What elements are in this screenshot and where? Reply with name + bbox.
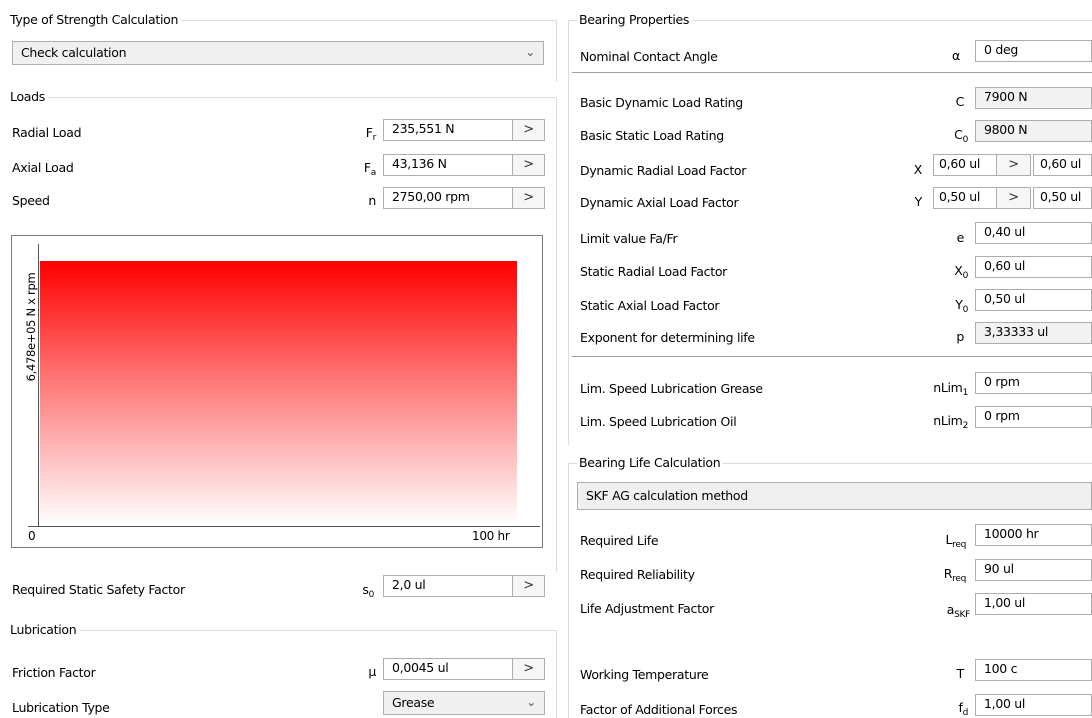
dynamic-radial-factor-label: Dynamic Radial Load Factor <box>580 163 747 178</box>
chart-x-axis <box>28 526 540 527</box>
load-spectrum-bar <box>40 261 517 525</box>
chart-y-label: 6,478e+05 N x rpm <box>24 272 38 382</box>
dynamic-radial-factor-field[interactable]: 0,60 ul <box>933 154 997 176</box>
dynamic-axial-factor-symbol: Y <box>914 194 923 209</box>
dynamic-rating-label: Basic Dynamic Load Rating <box>580 95 743 110</box>
required-reliability-label: Required Reliability <box>580 567 695 582</box>
grease-speed-symbol: nLim1 <box>933 380 968 398</box>
static-radial-factor-label: Static Radial Load Factor <box>580 264 728 279</box>
contact-angle-symbol: α <box>952 48 960 63</box>
life-method-value: SKF AG calculation method <box>586 488 748 503</box>
axial-load-field[interactable]: 43,136 N <box>383 154 513 176</box>
static-axial-factor-label: Static Axial Load Factor <box>580 298 720 313</box>
additional-forces-label: Factor of Additional Forces <box>580 702 738 717</box>
static-radial-factor-symbol: X0 <box>954 263 968 281</box>
axial-load-symbol: Fa <box>363 160 376 178</box>
dynamic-axial-factor-field[interactable]: 0,50 ul <box>933 187 997 209</box>
friction-factor-field[interactable]: 0,0045 ul <box>383 658 513 680</box>
required-reliability-symbol: Rreq <box>943 566 967 584</box>
static-rating-field[interactable]: 9800 N <box>975 120 1092 142</box>
radial-load-symbol: Fr <box>365 125 377 143</box>
loads-group-title: Loads <box>8 89 48 104</box>
life-exponent-symbol: p <box>956 329 964 344</box>
chart-x-end-label: 100 hr <box>472 529 510 543</box>
axial-load-arrow-button[interactable]: > <box>513 154 545 176</box>
static-safety-label: Required Static Safety Factor <box>12 582 185 597</box>
friction-factor-symbol: μ <box>368 664 376 679</box>
life-adjustment-symbol: aSKF <box>946 602 971 620</box>
life-adjustment-label: Life Adjustment Factor <box>580 601 714 616</box>
radial-load-label: Radial Load <box>12 125 82 140</box>
axial-load-label: Axial Load <box>12 160 74 175</box>
life-adjustment-field[interactable]: 1,00 ul <box>975 593 1092 615</box>
working-temperature-label: Working Temperature <box>580 667 709 682</box>
lubrication-type-value: Grease <box>392 695 435 710</box>
strength-type-value: Check calculation <box>21 45 127 60</box>
chevron-down-icon: ⌄ <box>526 695 536 709</box>
dynamic-radial-factor-field-2[interactable]: 0,60 ul <box>1033 154 1092 176</box>
contact-angle-label: Nominal Contact Angle <box>580 49 718 64</box>
required-life-field[interactable]: 10000 hr <box>975 524 1092 546</box>
life-group-title: Bearing Life Calculation <box>577 455 724 470</box>
load-spectrum-chart: 6,478e+05 N x rpm 0 100 hr <box>11 235 543 548</box>
dynamic-axial-factor-field-2[interactable]: 0,50 ul <box>1033 187 1092 209</box>
radial-load-arrow-button[interactable]: > <box>513 119 545 141</box>
required-life-symbol: Lreq <box>945 532 966 550</box>
life-exponent-field[interactable]: 3,33333 ul <box>975 322 1092 344</box>
chart-x-start-label: 0 <box>28 529 36 543</box>
static-safety-symbol: s0 <box>362 582 374 600</box>
strength-type-select[interactable]: Check calculation ⌄ <box>12 41 544 65</box>
additional-forces-field[interactable]: 1,00 ul <box>975 694 1092 716</box>
additional-forces-symbol: fd <box>958 700 968 718</box>
static-rating-symbol: C0 <box>954 127 968 145</box>
grease-speed-label: Lim. Speed Lubrication Grease <box>580 381 763 396</box>
dynamic-radial-factor-arrow-button[interactable]: > <box>997 154 1031 176</box>
dynamic-rating-field[interactable]: 7900 N <box>975 87 1092 109</box>
working-temperature-symbol: T <box>956 666 965 681</box>
required-reliability-field[interactable]: 90 ul <box>975 559 1092 581</box>
speed-field[interactable]: 2750,00 rpm <box>383 187 513 209</box>
radial-load-field[interactable]: 235,551 N <box>383 119 513 141</box>
grease-speed-field[interactable]: 0 rpm <box>975 372 1092 394</box>
friction-factor-label: Friction Factor <box>12 665 96 680</box>
working-temperature-field[interactable]: 100 c <box>975 659 1092 681</box>
required-life-label: Required Life <box>580 533 659 548</box>
speed-arrow-button[interactable]: > <box>513 187 545 209</box>
static-rating-label: Basic Static Load Rating <box>580 128 724 143</box>
limit-value-field[interactable]: 0,40 ul <box>975 222 1092 244</box>
friction-factor-arrow-button[interactable]: > <box>513 658 545 680</box>
speed-label: Speed <box>12 193 50 208</box>
dynamic-axial-factor-label: Dynamic Axial Load Factor <box>580 195 739 210</box>
dynamic-radial-factor-symbol: X <box>913 162 923 177</box>
bearing-group-title: Bearing Properties <box>577 12 693 27</box>
speed-symbol: n <box>368 193 376 208</box>
static-axial-factor-symbol: Y0 <box>955 297 968 315</box>
static-radial-factor-field[interactable]: 0,60 ul <box>975 256 1092 278</box>
dynamic-rating-symbol: C <box>955 94 965 109</box>
oil-speed-label: Lim. Speed Lubrication Oil <box>580 414 737 429</box>
oil-speed-symbol: nLim2 <box>933 413 968 431</box>
limit-value-symbol: e <box>956 230 965 245</box>
lubrication-group-title: Lubrication <box>8 622 80 637</box>
life-method-select[interactable]: SKF AG calculation method <box>577 482 1092 510</box>
oil-speed-field[interactable]: 0 rpm <box>975 406 1092 428</box>
lubrication-type-select[interactable]: Grease ⌄ <box>383 691 545 715</box>
chart-y-axis <box>38 244 39 527</box>
static-safety-arrow-button[interactable]: > <box>513 575 545 597</box>
contact-angle-field[interactable]: 0 deg <box>975 40 1092 62</box>
life-exponent-label: Exponent for determining life <box>580 330 755 345</box>
static-safety-field[interactable]: 2,0 ul <box>383 575 513 597</box>
dynamic-axial-factor-arrow-button[interactable]: > <box>997 187 1031 209</box>
lubrication-type-label: Lubrication Type <box>12 700 110 715</box>
limit-value-label: Limit value Fa/Fr <box>580 231 678 246</box>
static-axial-factor-field[interactable]: 0,50 ul <box>975 289 1092 311</box>
strength-group-title: Type of Strength Calculation <box>8 12 182 27</box>
chevron-down-icon: ⌄ <box>525 45 535 59</box>
